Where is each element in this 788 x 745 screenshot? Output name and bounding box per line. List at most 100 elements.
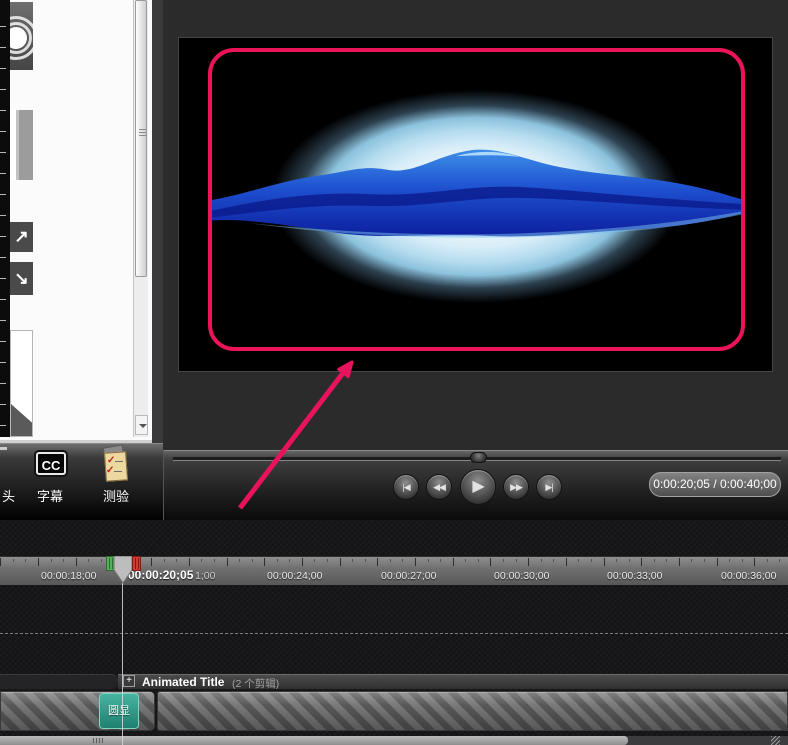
quiz-label[interactable]: 测验 (103, 486, 129, 505)
ruler-minor-tick (465, 559, 467, 562)
ruler-minor-tick (741, 559, 743, 562)
ruler-minor-tick (590, 559, 592, 562)
selection-out-marker[interactable] (132, 556, 141, 571)
ruler-time-label: 00:00:30;00 (494, 570, 550, 582)
captions-label[interactable]: 字幕 (37, 486, 63, 505)
water-wave-graphic (212, 149, 741, 238)
ruler-time-label: 00:00:18;00 (41, 570, 97, 582)
ruler-minor-tick (352, 559, 354, 562)
ruler-minor-tick (251, 559, 253, 562)
ruler-tick (226, 558, 228, 566)
ruler-minor-tick (691, 559, 693, 562)
skip-to-start-button[interactable]: |◀ (393, 474, 419, 500)
spotlight-callout-thumbnail[interactable] (10, 2, 33, 70)
group-expand-button[interactable]: + (123, 675, 135, 687)
fast-forward-button[interactable]: ▶▶ (503, 474, 529, 500)
ruler-minor-tick (289, 559, 291, 562)
ruler-tick (38, 558, 39, 566)
ruler-tick (301, 558, 303, 566)
rounded-rect-highlight-callout (208, 48, 745, 351)
timeline-clip[interactable] (157, 691, 788, 731)
playhead[interactable] (104, 556, 142, 585)
ruler-minor-tick (628, 559, 630, 562)
skip-to-end-button[interactable]: ▶| (536, 474, 562, 500)
clipboard-line (115, 461, 123, 462)
arrow-up-right-icon: ↗ (14, 227, 29, 246)
time-display: 0:00:20;05 / 0:00:40;00 (649, 472, 781, 497)
ruler-tick (0, 558, 2, 566)
callout-panel: ↗ ↘ (0, 0, 152, 443)
panel-left-edge (0, 0, 10, 443)
arrow-down-right-callout-thumbnail[interactable]: ↘ (10, 262, 33, 295)
cc-captions-icon[interactable]: CC (36, 452, 66, 475)
ruler-tick (641, 558, 643, 566)
panel-scrollbar-thumb[interactable] (135, 0, 147, 277)
ruler-minor-tick (427, 559, 429, 562)
scrollbar-grip (93, 738, 103, 743)
ruler-minor-tick (729, 559, 731, 562)
ruler-minor-tick (163, 559, 165, 562)
media-group-bar-left[interactable] (0, 674, 118, 689)
ruler-minor-tick (515, 559, 517, 562)
hscrollbar-thumb[interactable] (0, 736, 628, 745)
ruler-tick (528, 558, 530, 566)
ruler-minor-tick (364, 559, 366, 562)
ruler-minor-tick (176, 559, 178, 562)
ruler-minor-tick (276, 559, 278, 562)
ruler-minor-tick (389, 559, 391, 562)
playhead-thumb[interactable] (113, 556, 133, 584)
ruler-minor-tick (63, 559, 65, 562)
ruler-tick (490, 558, 492, 566)
callout-clip[interactable]: 圆显 (99, 693, 139, 729)
panel-splitter[interactable] (152, 0, 163, 443)
ruler-tick (264, 558, 266, 566)
quiz-clipboard-icon[interactable]: ✓ ✓ (102, 444, 130, 482)
down-arrow-icon (139, 424, 147, 428)
shape-callout-thumbnail[interactable] (10, 330, 33, 437)
ruler-minor-tick (578, 559, 580, 562)
ruler-minor-tick (477, 559, 479, 562)
ruler-minor-tick (327, 559, 329, 562)
seek-slider-thumb[interactable] (470, 452, 487, 463)
ruler-tick (339, 558, 341, 566)
ruler-minor-tick (314, 559, 316, 562)
ruler-tick (188, 558, 190, 566)
ruler-tick (151, 558, 153, 566)
group-clip-count: (2 个剪辑) (232, 678, 280, 690)
scrollbar-grip (139, 129, 146, 138)
ruler-minor-tick (653, 559, 655, 562)
ruler-minor-tick (100, 559, 102, 562)
ruler-tick (415, 558, 416, 566)
ruler-minor-tick (88, 559, 90, 562)
track-drop-indicator (0, 633, 788, 634)
panel-scrollbar[interactable] (133, 0, 148, 437)
ruler-minor-tick (779, 559, 781, 562)
task-toolbar: 头 CC 字幕 ✓ ✓ 测验 (0, 443, 163, 520)
cropped-icon-fragment (0, 447, 7, 450)
group-title: Animated Title (142, 675, 225, 689)
cropped-tool-label[interactable]: 头 (2, 486, 15, 505)
ruler-tick (452, 558, 454, 566)
rewind-button[interactable]: ◀◀ (426, 474, 452, 500)
ruler-tick (716, 558, 718, 566)
ruler-tick (565, 558, 567, 566)
play-button[interactable]: ▶ (460, 469, 496, 505)
rectangle-callout-thumbnail[interactable] (10, 110, 33, 180)
video-editor-window: ↗ ↘ 头 CC 字幕 ✓ ✓ 测验 |◀ ◀◀ ▶ ▶▶ ▶| 0:00:20… (0, 0, 788, 745)
ruler-minor-tick (616, 559, 618, 562)
ruler-minor-tick (12, 559, 14, 562)
ruler-time-label: 1;00 (195, 570, 216, 582)
playhead-line[interactable] (122, 583, 123, 745)
media-group-bar[interactable]: + Animated Title (2 个剪辑) (118, 674, 788, 690)
arrow-up-right-callout-thumbnail[interactable]: ↗ (10, 222, 33, 252)
selection-in-marker[interactable] (106, 556, 115, 571)
preview-area (163, 0, 788, 450)
ruler-minor-tick (50, 559, 52, 562)
clipboard-line (114, 471, 122, 472)
panel-scrollbar-down-button[interactable] (135, 415, 148, 435)
ruler-tick (603, 558, 605, 566)
timeline-horizontal-scrollbar[interactable] (0, 736, 788, 745)
ruler-minor-tick (25, 559, 27, 562)
ruler-tick (678, 558, 680, 566)
panel-edge-ticks (0, 6, 6, 443)
